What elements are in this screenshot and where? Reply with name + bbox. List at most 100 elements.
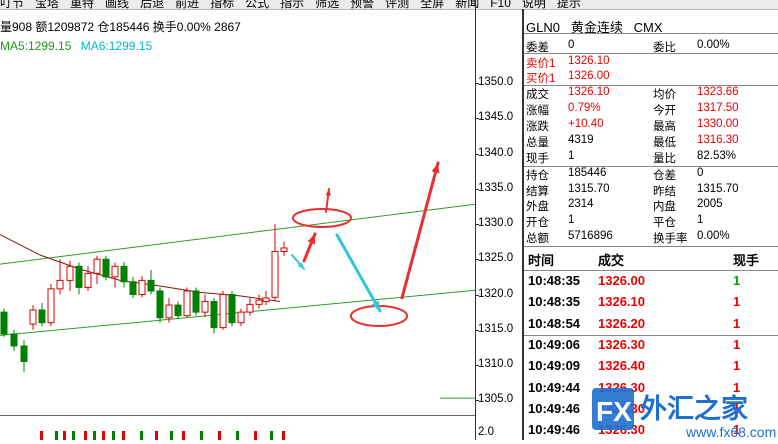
quote-label: 涨跌 bbox=[526, 121, 549, 133]
price-tick-label: 1335.0 bbox=[478, 182, 514, 194]
quote-value: 0 bbox=[697, 167, 704, 179]
trade-price: 1326.40 bbox=[598, 358, 645, 374]
trade-qty: 1 bbox=[733, 336, 741, 352]
trade-row: 10:48:35 1326.00 1 bbox=[528, 273, 774, 295]
quote-row: 成交 1326.10 均价 1323.66 bbox=[526, 86, 776, 102]
quote-row: 结算 1315.70 昨结 1315.70 bbox=[526, 183, 776, 199]
price-tick bbox=[475, 83, 479, 84]
quote-label: 平仓 bbox=[653, 217, 676, 229]
price-tick bbox=[475, 259, 479, 260]
volume-pane-divider bbox=[0, 415, 475, 416]
volume-bar bbox=[254, 431, 257, 440]
volume-bar bbox=[84, 431, 87, 440]
price-tick bbox=[475, 154, 479, 155]
candle-body bbox=[183, 290, 191, 317]
trade-time: 10:49:44 bbox=[528, 379, 581, 395]
candle-body bbox=[201, 301, 209, 313]
watermark-url: www.fx68.com bbox=[685, 424, 776, 440]
quote-value: 1330.00 bbox=[697, 118, 739, 130]
candle-body bbox=[246, 303, 254, 313]
trade-price-header: 成交 bbox=[598, 253, 625, 268]
volume-bar bbox=[282, 431, 285, 440]
volume-tick-label: 2.0 bbox=[478, 426, 494, 438]
candle-body bbox=[84, 272, 92, 288]
candle-body bbox=[147, 279, 155, 292]
quote-value: +10.40 bbox=[568, 118, 604, 130]
quote-value: 1 bbox=[568, 150, 575, 162]
quote-label: 外盘 bbox=[526, 201, 549, 213]
volume-bar bbox=[112, 431, 115, 440]
quote-label: 今开 bbox=[653, 105, 676, 117]
volume-bar bbox=[55, 431, 58, 440]
quote-value: 2005 bbox=[697, 198, 723, 210]
price-tick-label: 1310.0 bbox=[478, 358, 514, 370]
quote-label: 涨幅 bbox=[526, 105, 549, 117]
quote-separator bbox=[524, 246, 778, 247]
price-tick-label: 1325.0 bbox=[478, 252, 514, 264]
candle-body bbox=[255, 299, 263, 305]
quote-row: 外盘 2314 内盘 2005 bbox=[526, 198, 776, 214]
quote-value: 1316.30 bbox=[697, 134, 739, 146]
price-tick bbox=[475, 189, 479, 190]
quote-label: 换手率 bbox=[653, 233, 688, 245]
annotation-arrow-red-small-head bbox=[307, 234, 316, 245]
trade-price: 1326.00 bbox=[598, 273, 645, 288]
annotation-arrow-cyan bbox=[335, 233, 382, 313]
candle-body bbox=[228, 294, 236, 324]
quote-label: 结算 bbox=[526, 186, 549, 198]
quote-label: 仓差 bbox=[653, 170, 676, 182]
price-tick-label: 1345.0 bbox=[478, 111, 514, 123]
quote-row: 现手 1 量比 82.53% bbox=[526, 150, 776, 166]
trade-row: 10:48:35 1326.10 1 bbox=[528, 294, 774, 316]
quote-value: 1326.10 bbox=[568, 55, 610, 67]
quote-row: 卖价1 1326.10 bbox=[526, 55, 776, 71]
quote-label: 买价1 bbox=[526, 73, 556, 85]
quote-row: 总量 4319 最低 1316.30 bbox=[526, 134, 776, 150]
quote-separator bbox=[524, 53, 778, 54]
price-tick bbox=[475, 400, 479, 401]
quote-label: 总额 bbox=[526, 233, 549, 245]
quote-label: 成交 bbox=[526, 89, 549, 101]
quote-row: 总额 5716896 换手率 0.00% bbox=[526, 230, 776, 246]
trade-time: 10:49:46 bbox=[528, 400, 581, 416]
candle-body bbox=[93, 258, 101, 274]
price-tick-label: 1350.0 bbox=[478, 76, 514, 88]
quote-value: 0 bbox=[568, 39, 575, 51]
quote-row: 涨跌 +10.40 最高 1330.00 bbox=[526, 118, 776, 134]
price-tick-label: 1340.0 bbox=[478, 147, 514, 159]
chart-canvas[interactable] bbox=[0, 9, 478, 440]
quote-value: 1326.00 bbox=[568, 70, 610, 82]
quote-row: 涨幅 0.79% 今开 1317.50 bbox=[526, 102, 776, 118]
trade-time: 10:49:06 bbox=[528, 336, 581, 352]
candle-body bbox=[219, 294, 227, 329]
quote-value: 1 bbox=[568, 214, 575, 226]
volume-bar bbox=[218, 431, 221, 440]
trade-time-header: 时间 bbox=[528, 253, 555, 268]
volume-bar bbox=[200, 431, 203, 440]
watermark-logo: FX 外汇之家 www.fx68.com bbox=[590, 384, 778, 440]
price-tick-label: 1320.0 bbox=[478, 288, 514, 300]
candle-body bbox=[271, 250, 279, 298]
trade-time: 10:49:46 bbox=[528, 422, 581, 438]
quote-row: 持仓 185446 仓差 0 bbox=[526, 167, 776, 183]
quote-label: 昨结 bbox=[653, 186, 676, 198]
price-tick bbox=[475, 295, 479, 296]
trade-row: 10:49:06 1326.30 1 bbox=[528, 337, 774, 359]
candle-body bbox=[66, 265, 74, 281]
quote-value: 185446 bbox=[568, 167, 607, 179]
channel-upper-line bbox=[0, 203, 476, 265]
quote-label: 最低 bbox=[653, 137, 676, 149]
trade-time: 10:49:09 bbox=[528, 358, 581, 374]
trade-time: 10:48:35 bbox=[528, 273, 581, 288]
candle-body bbox=[56, 279, 64, 290]
quote-label: 开仓 bbox=[526, 217, 549, 229]
volume-bar bbox=[93, 431, 96, 440]
volume-bar bbox=[270, 431, 273, 440]
candle-body bbox=[38, 309, 46, 324]
candle-body bbox=[280, 247, 288, 252]
quote-label: 现手 bbox=[526, 153, 549, 165]
trade-header-separator bbox=[524, 270, 778, 271]
quote-value: 4319 bbox=[568, 134, 594, 146]
candle-body bbox=[237, 311, 245, 324]
price-tick bbox=[475, 365, 479, 366]
